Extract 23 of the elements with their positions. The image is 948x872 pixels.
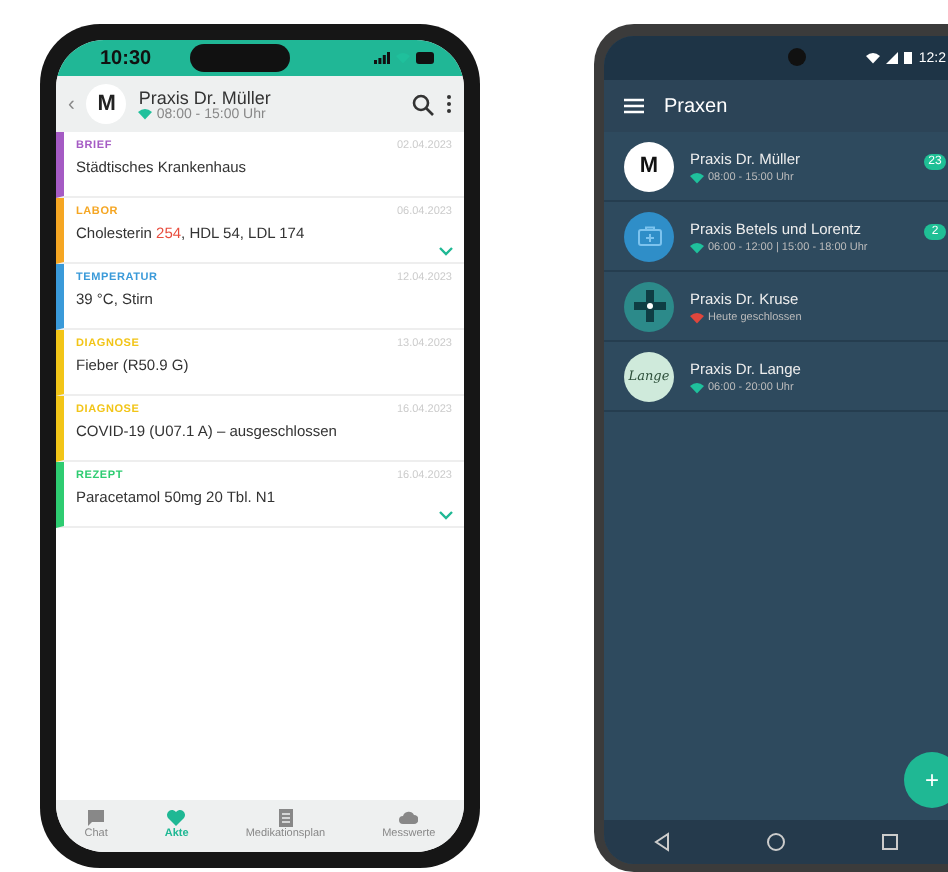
- recents-icon[interactable]: [880, 832, 901, 852]
- chat-icon: [86, 808, 107, 828]
- signal-icon: [886, 52, 899, 64]
- more-icon[interactable]: [446, 94, 452, 114]
- search-icon[interactable]: [412, 93, 434, 115]
- cross-logo-icon: [633, 290, 665, 322]
- practice-avatar: M: [86, 84, 127, 124]
- medical-case-icon: [637, 226, 661, 246]
- status-time: 10:30: [100, 47, 152, 69]
- back-icon[interactable]: [651, 832, 672, 852]
- camera-notch: [190, 44, 290, 72]
- heart-icon: [166, 808, 187, 828]
- camera-hole: [788, 48, 806, 66]
- practice-avatar: M: [624, 141, 674, 191]
- list-icon: [275, 808, 296, 828]
- signal-icon: [374, 52, 390, 64]
- cloud-icon: [398, 808, 419, 828]
- practice-name: Praxis Dr. Müller: [138, 87, 273, 107]
- home-icon[interactable]: [765, 832, 786, 852]
- menu-icon[interactable]: [624, 98, 644, 114]
- battery-icon: [416, 52, 436, 64]
- battery-icon: [904, 52, 913, 64]
- screen-title: Praxen: [664, 95, 728, 117]
